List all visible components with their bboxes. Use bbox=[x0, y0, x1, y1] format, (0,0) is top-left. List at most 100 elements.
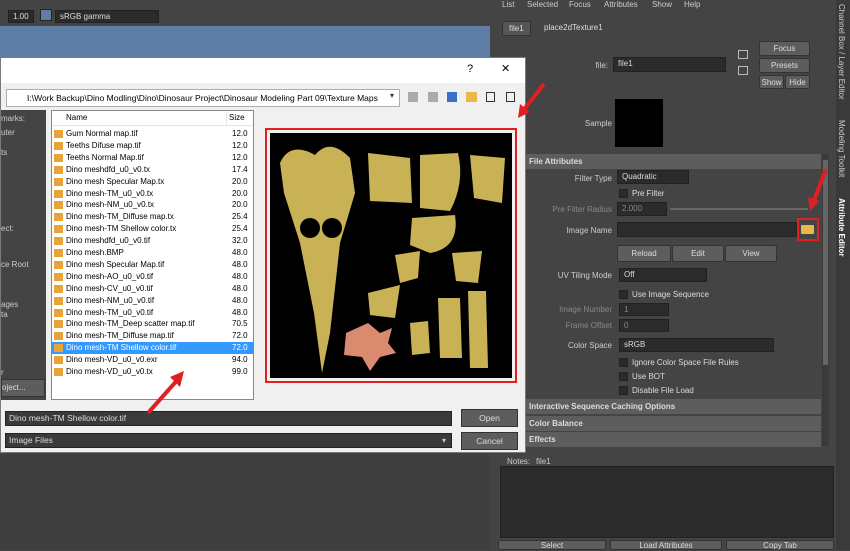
path-dropdown-icon[interactable]: ▾ bbox=[390, 91, 400, 105]
focus-button[interactable]: Focus bbox=[759, 41, 810, 56]
file-row[interactable]: Dino mesh-NM_u0_v0.tif 48.0 bbox=[52, 295, 253, 307]
menu-attributes[interactable]: Attributes bbox=[604, 0, 638, 9]
viewport-panel[interactable] bbox=[0, 26, 490, 60]
file-row[interactable]: Dino meshdfd_u0_v0.tx 17.4 bbox=[52, 164, 253, 176]
reload-button[interactable]: Reload bbox=[617, 245, 671, 262]
nav-item[interactable]: ect: bbox=[1, 224, 14, 233]
file-row[interactable]: Dino meshdfd_u0_v0.tif 32.0 bbox=[52, 235, 253, 247]
tab-modeling-toolkit[interactable]: Modeling Toolkit bbox=[837, 120, 846, 177]
file-row[interactable]: Dino mesh Specular Map.tif 48.0 bbox=[52, 259, 253, 271]
file-row[interactable]: Dino mesh-TM_u0_v0.tx 20.0 bbox=[52, 188, 253, 200]
help-icon[interactable]: ? bbox=[467, 63, 473, 75]
node-name-field[interactable]: file1 bbox=[613, 57, 726, 72]
presets-button[interactable]: Presets bbox=[759, 58, 810, 73]
file-row[interactable]: Dino mesh-TM_Diffuse map.tif 72.0 bbox=[52, 330, 253, 342]
column-header-name[interactable]: Name bbox=[52, 111, 227, 126]
tab-file1[interactable]: file1 bbox=[502, 21, 531, 36]
focus-input-icon[interactable] bbox=[738, 50, 748, 59]
nav-item[interactable]: ta bbox=[1, 310, 8, 319]
filetype-dropdown-icon[interactable]: ▾ bbox=[442, 436, 446, 445]
back-icon[interactable] bbox=[408, 92, 418, 102]
file-row[interactable]: Dino mesh-AO_u0_v0.tif 48.0 bbox=[52, 271, 253, 283]
colorspace-select[interactable]: sRGB gamma bbox=[55, 10, 159, 23]
file-name: Dino mesh-CV_u0_v0.tif bbox=[66, 283, 153, 293]
interactive-caching-header[interactable]: Interactive Sequence Caching Options bbox=[526, 399, 821, 414]
menu-help[interactable]: Help bbox=[684, 0, 700, 9]
menu-selected[interactable]: Selected bbox=[527, 0, 558, 9]
file-list[interactable]: Name Size Gum Normal map.tif 12.0 Teeths D… bbox=[51, 110, 254, 400]
tab-attribute-editor[interactable]: Attribute Editor bbox=[837, 198, 846, 257]
nav-item[interactable]: ts bbox=[1, 148, 7, 157]
nav-item[interactable]: ages bbox=[1, 300, 18, 309]
file-row[interactable]: Dino mesh-TM_u0_v0.tif 48.0 bbox=[52, 307, 253, 319]
texture-map-svg bbox=[280, 146, 505, 373]
hide-button[interactable]: Hide bbox=[785, 75, 810, 89]
close-icon[interactable]: ✕ bbox=[501, 62, 510, 75]
set-project-button[interactable]: oject... bbox=[1, 379, 45, 397]
color-space-select[interactable]: sRGB bbox=[619, 338, 774, 352]
show-button[interactable]: Show bbox=[759, 75, 784, 89]
column-header-size[interactable]: Size bbox=[227, 111, 253, 126]
copy-tab-button[interactable]: Copy Tab bbox=[726, 540, 834, 550]
list-view-icon[interactable] bbox=[486, 92, 495, 102]
file-row[interactable]: Gum Normal map.tif 12.0 bbox=[52, 128, 253, 140]
filename-field[interactable]: Dino mesh-TM Shellow color.tif bbox=[5, 411, 452, 426]
file-row[interactable]: Dino mesh-CV_u0_v0.tif 48.0 bbox=[52, 283, 253, 295]
pre-filter-radius-slider[interactable] bbox=[670, 208, 808, 210]
menu-show[interactable]: Show bbox=[652, 0, 672, 9]
pre-filter-checkbox[interactable] bbox=[619, 189, 628, 198]
file-attributes-header[interactable]: File Attributes bbox=[526, 154, 821, 169]
color-balance-header[interactable]: Color Balance bbox=[526, 416, 821, 431]
menu-focus[interactable]: Focus bbox=[569, 0, 591, 9]
use-bot-checkbox[interactable] bbox=[619, 372, 628, 381]
file-row[interactable]: Dino mesh.BMP 48.0 bbox=[52, 247, 253, 259]
colorspace-toggle-icon[interactable] bbox=[40, 9, 52, 21]
cancel-button[interactable]: Cancel bbox=[461, 432, 518, 450]
file-row[interactable]: Dino mesh-TM Shellow color.tx 25.4 bbox=[52, 223, 253, 235]
notes-field[interactable] bbox=[500, 466, 834, 538]
tab-channel-box[interactable]: Channel Box / Layer Editor bbox=[837, 4, 846, 100]
file-row[interactable]: Dino mesh Specular Map.tx 20.0 bbox=[52, 176, 253, 188]
file-row[interactable]: Teeths Normal Map.tif 12.0 bbox=[52, 152, 253, 164]
effects-header[interactable]: Effects bbox=[526, 432, 821, 447]
file-row[interactable]: Dino mesh-TM Shellow color.tif 72.0 bbox=[52, 342, 253, 354]
file-row[interactable]: Teeths Difuse map.tif 12.0 bbox=[52, 140, 253, 152]
nav-item[interactable]: r bbox=[1, 368, 4, 377]
uv-tiling-select[interactable]: Off bbox=[619, 268, 707, 282]
disable-file-load-checkbox[interactable] bbox=[619, 386, 628, 395]
image-number-field[interactable]: 1 bbox=[619, 303, 669, 316]
open-button[interactable]: Open bbox=[461, 409, 518, 427]
file-size: 20.0 bbox=[232, 176, 248, 186]
nav-item[interactable]: ce Root bbox=[1, 260, 29, 269]
use-image-sequence-checkbox[interactable] bbox=[619, 290, 628, 299]
folder-icon[interactable] bbox=[801, 225, 814, 234]
file-name: Dino mesh-TM Shellow color.tif bbox=[66, 343, 177, 353]
node-label: file: bbox=[595, 61, 608, 70]
new-folder-icon[interactable] bbox=[466, 92, 477, 102]
image-name-field[interactable] bbox=[617, 222, 797, 237]
file-size: 12.0 bbox=[232, 140, 248, 150]
filetype-select[interactable]: Image Files bbox=[5, 433, 452, 448]
nav-item[interactable]: marks: bbox=[1, 114, 25, 123]
tab-place2dtexture[interactable]: place2dTexture1 bbox=[538, 21, 609, 34]
path-bar[interactable]: I:\Work Backup\Dino Modling\Dino\Dinosau… bbox=[6, 89, 400, 107]
focus-output-icon[interactable] bbox=[738, 66, 748, 75]
load-attributes-button[interactable]: Load Attributes bbox=[610, 540, 722, 550]
exposure-value-field[interactable]: 1.00 bbox=[8, 10, 34, 23]
menu-list[interactable]: List bbox=[502, 0, 514, 9]
sample-label: Sample bbox=[584, 119, 612, 128]
select-button[interactable]: Select bbox=[498, 540, 606, 550]
forward-icon[interactable] bbox=[428, 92, 438, 102]
file-row[interactable]: Dino mesh-TM_Diffuse map.tx 25.4 bbox=[52, 211, 253, 223]
frame-offset-field[interactable]: 0 bbox=[619, 319, 669, 332]
file-row[interactable]: Dino mesh-TM_Deep scatter map.tif 70.5 bbox=[52, 318, 253, 330]
up-folder-icon[interactable] bbox=[447, 92, 457, 102]
nav-item[interactable]: uter bbox=[1, 128, 15, 137]
filter-type-select[interactable]: Quadratic bbox=[617, 170, 689, 184]
file-size: 25.4 bbox=[232, 224, 248, 234]
view-button[interactable]: View bbox=[725, 245, 777, 262]
edit-button[interactable]: Edit bbox=[672, 245, 724, 262]
file-row[interactable]: Dino mesh-NM_u0_v0.tx 20.0 bbox=[52, 199, 253, 211]
ignore-cs-checkbox[interactable] bbox=[619, 358, 628, 367]
pre-filter-radius-field[interactable]: 2.000 bbox=[617, 202, 667, 216]
